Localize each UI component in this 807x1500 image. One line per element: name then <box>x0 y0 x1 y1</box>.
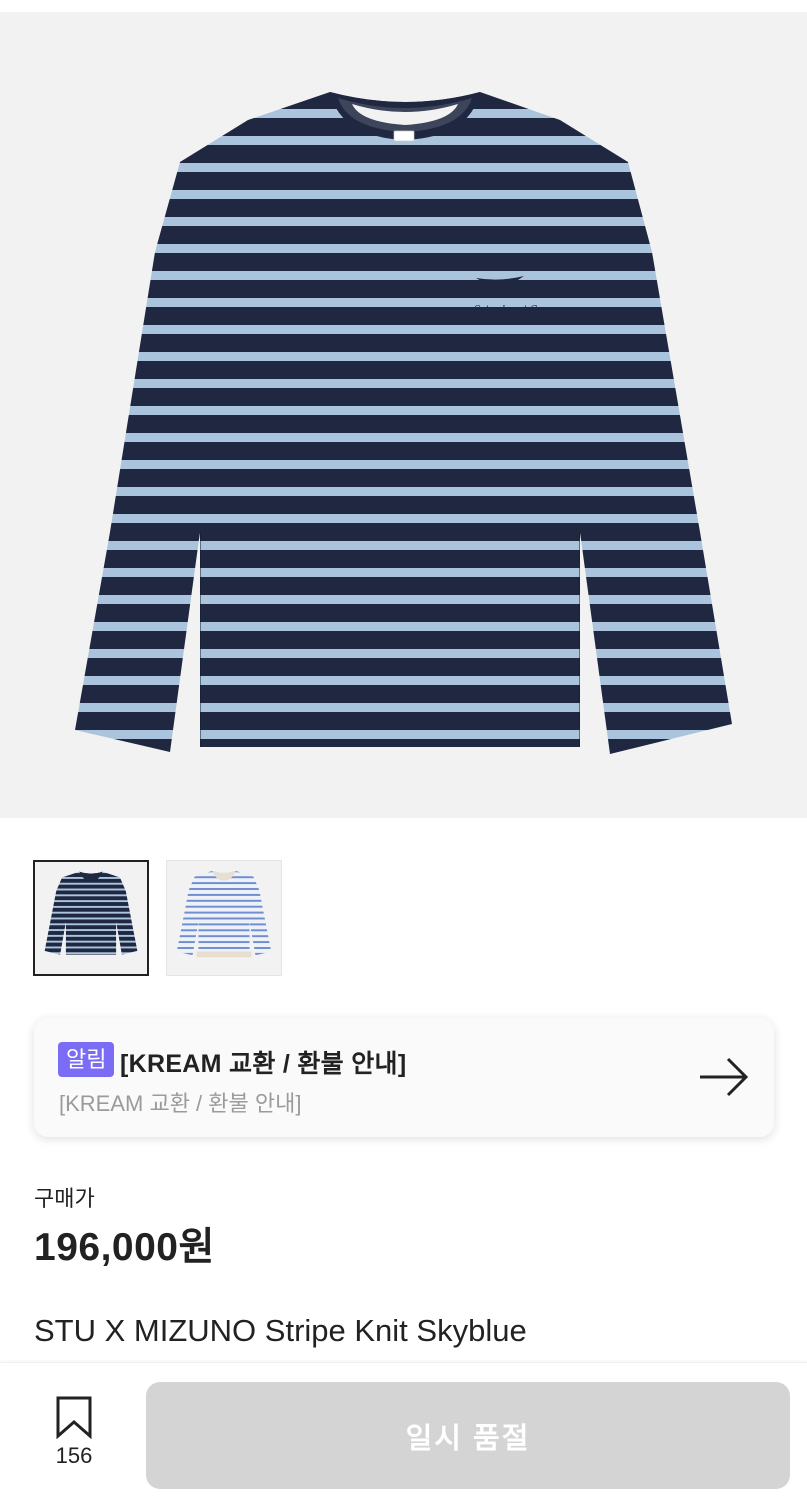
wish-button[interactable]: 156 <box>50 1395 98 1469</box>
notice-badge: 알림 <box>58 1042 115 1077</box>
exchange-refund-notice[interactable]: 알림 [KREAM 교환 / 환불 안내] [KREAM 교환 / 환불 안내] <box>34 1018 774 1137</box>
arrow-right-icon[interactable] <box>698 1056 750 1098</box>
white-blue-stripe-thumbnail[interactable] <box>166 860 282 976</box>
product-name: STU X MIZUNO Stripe Knit Skyblue <box>34 1313 527 1348</box>
navy-skyblue-stripe-thumbnail[interactable] <box>33 860 149 976</box>
wish-count: 156 <box>55 1443 93 1468</box>
sold-out-button[interactable]: 일시 품절 <box>146 1382 790 1489</box>
bottom-action-bar: 156 일시 품절 <box>0 1362 807 1500</box>
notice-title: [KREAM 교환 / 환불 안내] <box>120 1050 407 1078</box>
svg-text:Saturday at Co: Saturday at Co <box>474 305 543 315</box>
price-value: 196,000원 <box>34 1226 215 1269</box>
striped-knit-sweater-image: Saturday at Co <box>75 92 732 754</box>
thumbnail-strip <box>33 860 282 976</box>
notice-subtitle: [KREAM 교환 / 환불 안내] <box>59 1091 302 1116</box>
price-label: 구매가 <box>34 1186 95 1211</box>
product-hero-image[interactable]: Saturday at Co <box>0 12 807 818</box>
bookmark-icon <box>56 1396 92 1439</box>
